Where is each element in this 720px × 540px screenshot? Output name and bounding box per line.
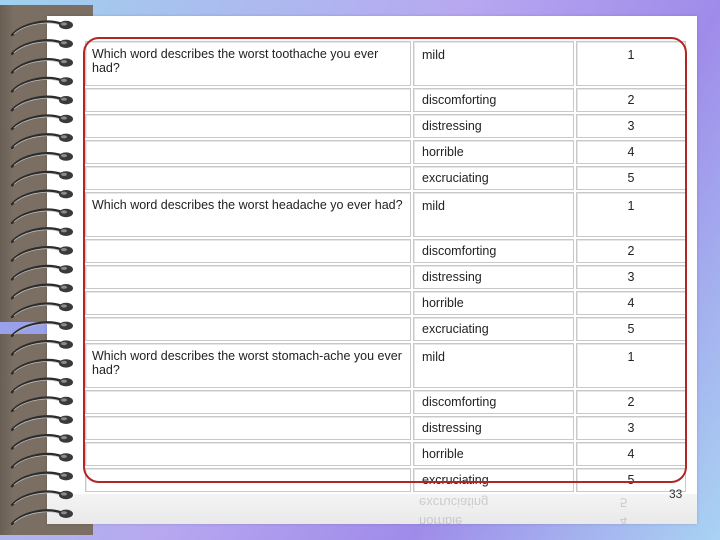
empty-question-cell (85, 114, 411, 138)
answer-word: horrible (413, 291, 574, 315)
empty-question-cell (85, 88, 411, 112)
table-row: excruciating 5 (85, 166, 686, 190)
binding-ring (10, 358, 73, 375)
answer-word: mild (413, 41, 574, 86)
binding-ring (10, 152, 73, 168)
table-row: discomforting 2 (85, 390, 686, 414)
answer-word: mild (413, 343, 574, 388)
binding-ring (10, 114, 73, 131)
binding-ring (10, 133, 73, 149)
answer-word: excruciating (413, 317, 574, 341)
answer-score: 1 (576, 41, 686, 86)
table-row: horrible 4 (85, 291, 686, 315)
answer-word: excruciating (413, 468, 574, 492)
empty-question-cell (85, 265, 411, 289)
answer-score: 2 (576, 88, 686, 112)
answer-word: excruciating (413, 166, 574, 190)
empty-question-cell (85, 390, 411, 414)
empty-question-cell (85, 239, 411, 263)
answer-score: 5 (576, 317, 686, 341)
answer-word: horrible (413, 442, 574, 466)
table-row: horrible 4 (85, 140, 686, 164)
binding-ring (10, 58, 73, 74)
binding-ring (10, 170, 73, 187)
binding-ring (10, 39, 73, 55)
question-prompt: Which word describes the worst stomach-a… (85, 343, 411, 388)
answer-word: distressing (413, 114, 574, 138)
table-reflection: excruciating 5 horrible 4 (47, 494, 697, 524)
table-row: distressing 3 (85, 114, 686, 138)
answer-word: discomforting (413, 239, 574, 263)
answer-word: mild (413, 192, 574, 237)
binding-ring (10, 321, 73, 337)
reflection-word-2: horrible (419, 514, 463, 524)
binding-ring (10, 452, 73, 469)
table-row: distressing 3 (85, 265, 686, 289)
binding-ring (10, 208, 73, 225)
answer-word: horrible (413, 140, 574, 164)
reflection-score-1: 5 (620, 495, 628, 510)
table-row: discomforting 2 (85, 239, 686, 263)
binding-ring (10, 415, 73, 431)
table-row: discomforting 2 (85, 88, 686, 112)
binding-ring (10, 340, 73, 356)
binding-ring (10, 189, 73, 206)
binding-ring (10, 20, 73, 37)
binding-ring (10, 302, 73, 319)
binding-ring (10, 95, 73, 112)
answer-score: 5 (576, 166, 686, 190)
answer-score: 4 (576, 291, 686, 315)
answer-word: distressing (413, 416, 574, 440)
answer-score: 3 (576, 114, 686, 138)
pain-questionnaire-table: Which word describes the worst toothache… (83, 39, 688, 494)
empty-question-cell (85, 416, 411, 440)
answer-score: 1 (576, 343, 686, 388)
reflection-word-1: excruciating (419, 495, 489, 510)
answer-score: 2 (576, 390, 686, 414)
table-row: Which word describes the worst headache … (85, 192, 686, 237)
question-prompt: Which word describes the worst headache … (85, 192, 411, 237)
table-row: excruciating 5 (85, 317, 686, 341)
answer-score: 4 (576, 442, 686, 466)
binding-ring (10, 76, 73, 93)
empty-question-cell (85, 317, 411, 341)
binding-ring (10, 434, 73, 450)
answer-word: discomforting (413, 390, 574, 414)
binding-ring (10, 377, 73, 394)
page-number: 33 (669, 487, 683, 501)
answer-word: discomforting (413, 88, 574, 112)
binding-ring (10, 490, 73, 507)
table-row: Which word describes the worst toothache… (85, 41, 686, 86)
answer-score: 1 (576, 192, 686, 237)
answer-score: 2 (576, 239, 686, 263)
empty-question-cell (85, 166, 411, 190)
table-row: horrible 4 (85, 442, 686, 466)
answer-score: 3 (576, 416, 686, 440)
table-row: distressing 3 (85, 416, 686, 440)
binding-ring (10, 246, 73, 262)
reflection-score-2: 4 (620, 514, 628, 524)
spiral-binding (10, 20, 73, 525)
table-row: excruciating 5 (85, 468, 686, 492)
binding-ring (10, 264, 73, 281)
empty-question-cell (85, 291, 411, 315)
answer-score: 4 (576, 140, 686, 164)
binding-ring (10, 509, 73, 525)
binding-ring (10, 396, 73, 413)
binding-ring (10, 471, 73, 488)
empty-question-cell (85, 442, 411, 466)
answer-word: distressing (413, 265, 574, 289)
binding-ring (10, 283, 73, 300)
empty-question-cell (85, 140, 411, 164)
binding-ring (10, 227, 73, 243)
question-prompt: Which word describes the worst toothache… (85, 41, 411, 86)
table-row: Which word describes the worst stomach-a… (85, 343, 686, 388)
answer-score: 3 (576, 265, 686, 289)
empty-question-cell (85, 468, 411, 492)
